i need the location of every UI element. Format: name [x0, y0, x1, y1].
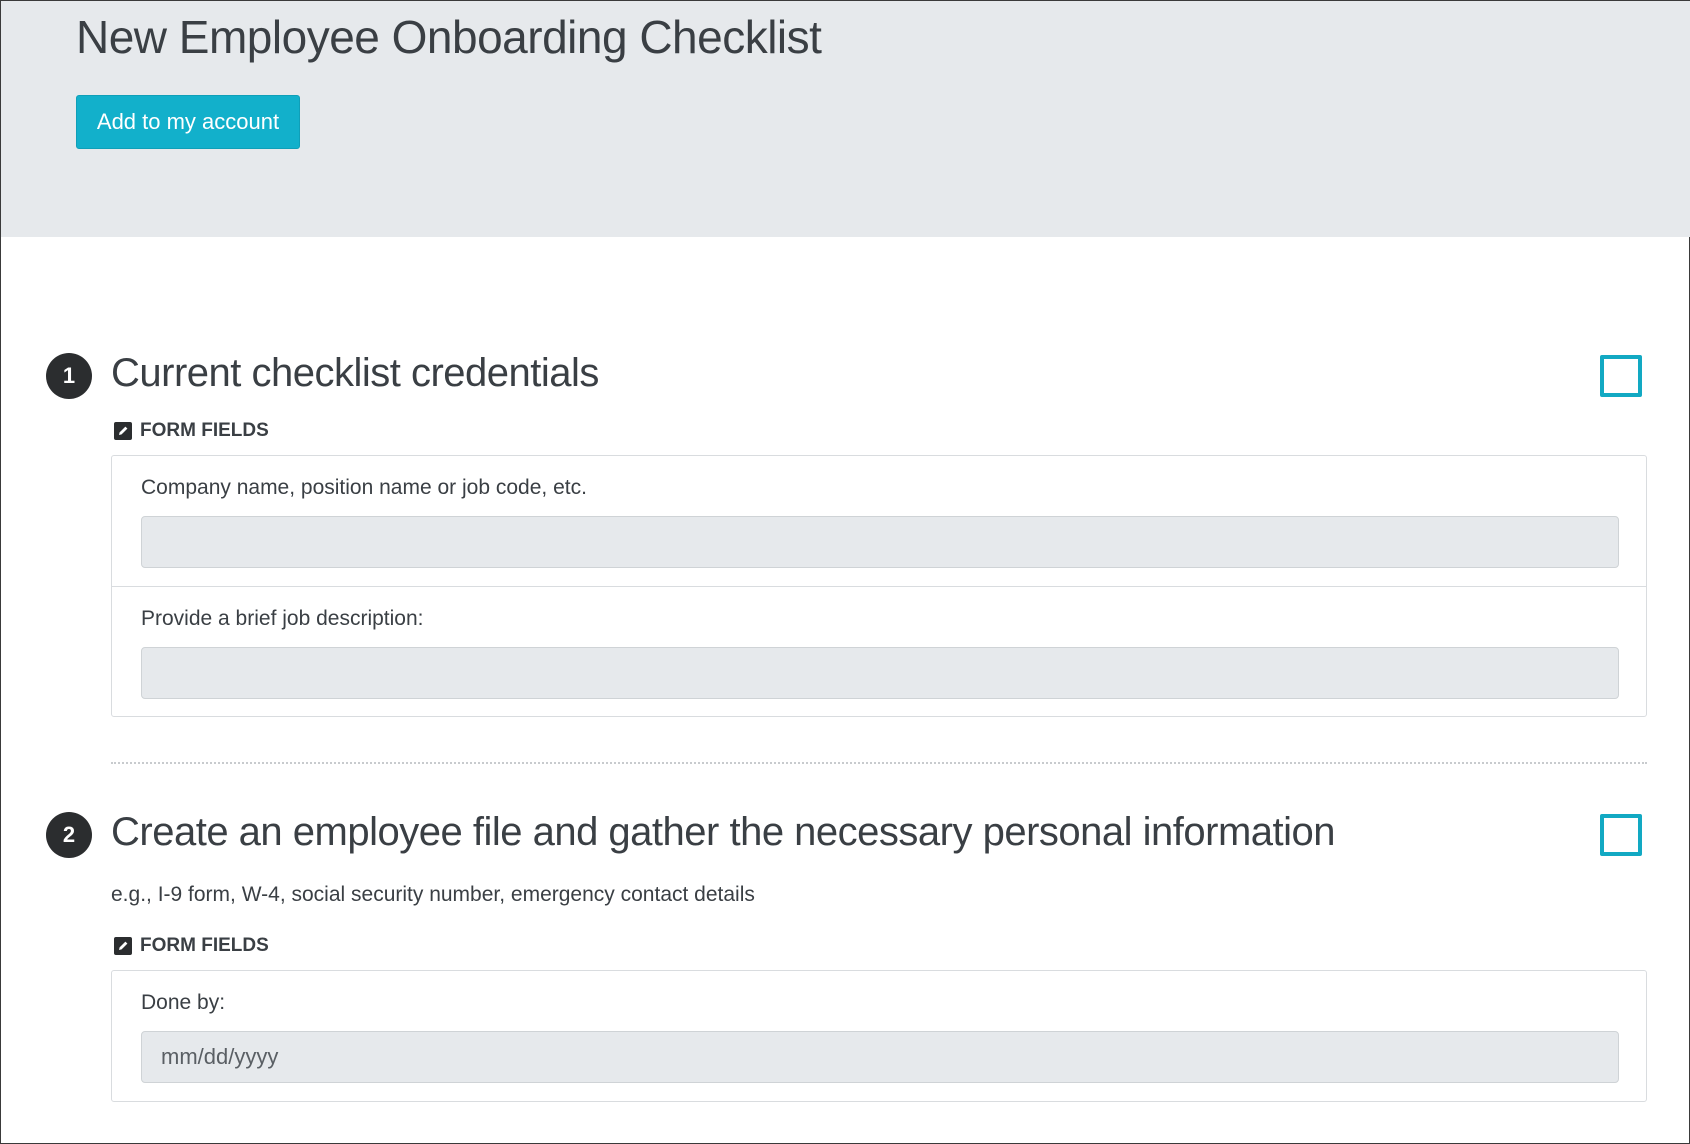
form-field: Done by: — [112, 971, 1646, 1101]
company-field-label: Company name, position name or job code,… — [141, 476, 587, 499]
edit-icon — [114, 937, 132, 955]
form-field: Company name, position name or job code,… — [112, 456, 1646, 586]
form-fields-text: FORM FIELDS — [140, 935, 269, 956]
step-title: Create an employee file and gather the n… — [111, 810, 1336, 854]
edit-icon — [114, 422, 132, 440]
done-by-field-label: Done by: — [141, 991, 226, 1014]
step-complete-checkbox[interactable] — [1600, 814, 1642, 856]
step-number-badge: 2 — [46, 812, 92, 858]
add-to-account-button[interactable]: Add to my account — [76, 95, 300, 149]
page-header: New Employee Onboarding Checklist Add to… — [1, 1, 1690, 237]
form-field: Provide a brief job description: — [112, 586, 1646, 716]
step-divider — [111, 762, 1647, 764]
page-title: New Employee Onboarding Checklist — [76, 11, 822, 63]
done-by-date-input[interactable] — [141, 1031, 1619, 1083]
form-fields-text: FORM FIELDS — [140, 420, 269, 441]
company-input[interactable] — [141, 516, 1619, 568]
step-complete-checkbox[interactable] — [1600, 355, 1642, 397]
job-description-input[interactable] — [141, 647, 1619, 699]
job-description-field-label: Provide a brief job description: — [141, 607, 424, 630]
form-fields-box: Company name, position name or job code,… — [111, 455, 1647, 717]
form-fields-box: Done by: — [111, 970, 1647, 1102]
step-title: Current checklist credentials — [111, 351, 599, 395]
step-number-badge: 1 — [46, 353, 92, 399]
form-fields-label: FORM FIELDS — [114, 419, 269, 443]
form-fields-label: FORM FIELDS — [114, 934, 269, 958]
step-description: e.g., I-9 form, W-4, social security num… — [111, 883, 755, 906]
